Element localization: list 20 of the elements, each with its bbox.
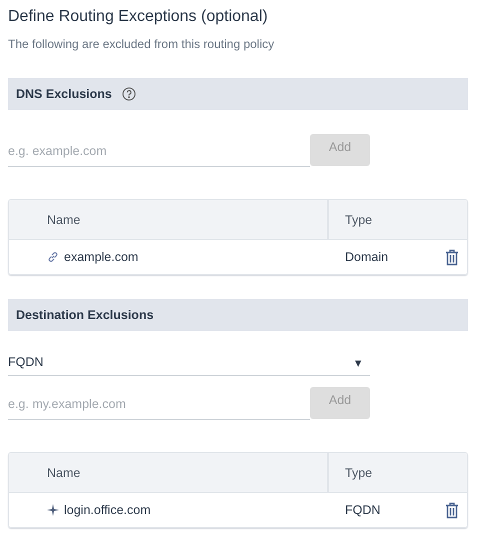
delete-icon[interactable] bbox=[445, 248, 459, 266]
column-header: Type bbox=[344, 464, 374, 482]
type-cell: FQDN bbox=[345, 503, 380, 517]
name-cell: login.office.com bbox=[64, 503, 151, 517]
input-field[interactable]: e.g. my.example.com bbox=[8, 389, 310, 420]
column-header: Type bbox=[344, 212, 374, 229]
link-icon bbox=[47, 251, 59, 263]
help-icon[interactable] bbox=[122, 87, 136, 101]
name-cell: example.com bbox=[64, 250, 138, 264]
input-field[interactable]: e.g. example.com bbox=[8, 136, 310, 167]
section-title: Destination Exclusions bbox=[16, 308, 154, 322]
column-header: Name bbox=[9, 200, 329, 239]
sparkle-icon bbox=[47, 504, 59, 516]
type-cell: Domain bbox=[345, 250, 388, 264]
page-title: Define Routing Exceptions (optional) bbox=[8, 7, 269, 27]
section-title: DNS Exclusions bbox=[16, 87, 112, 101]
type-dropdown[interactable]: FQDN ▾ bbox=[8, 349, 370, 376]
delete-icon[interactable] bbox=[445, 502, 459, 518]
column-header: Name bbox=[9, 453, 329, 492]
page-subtitle: The following are excluded from this routing policy bbox=[8, 36, 276, 52]
